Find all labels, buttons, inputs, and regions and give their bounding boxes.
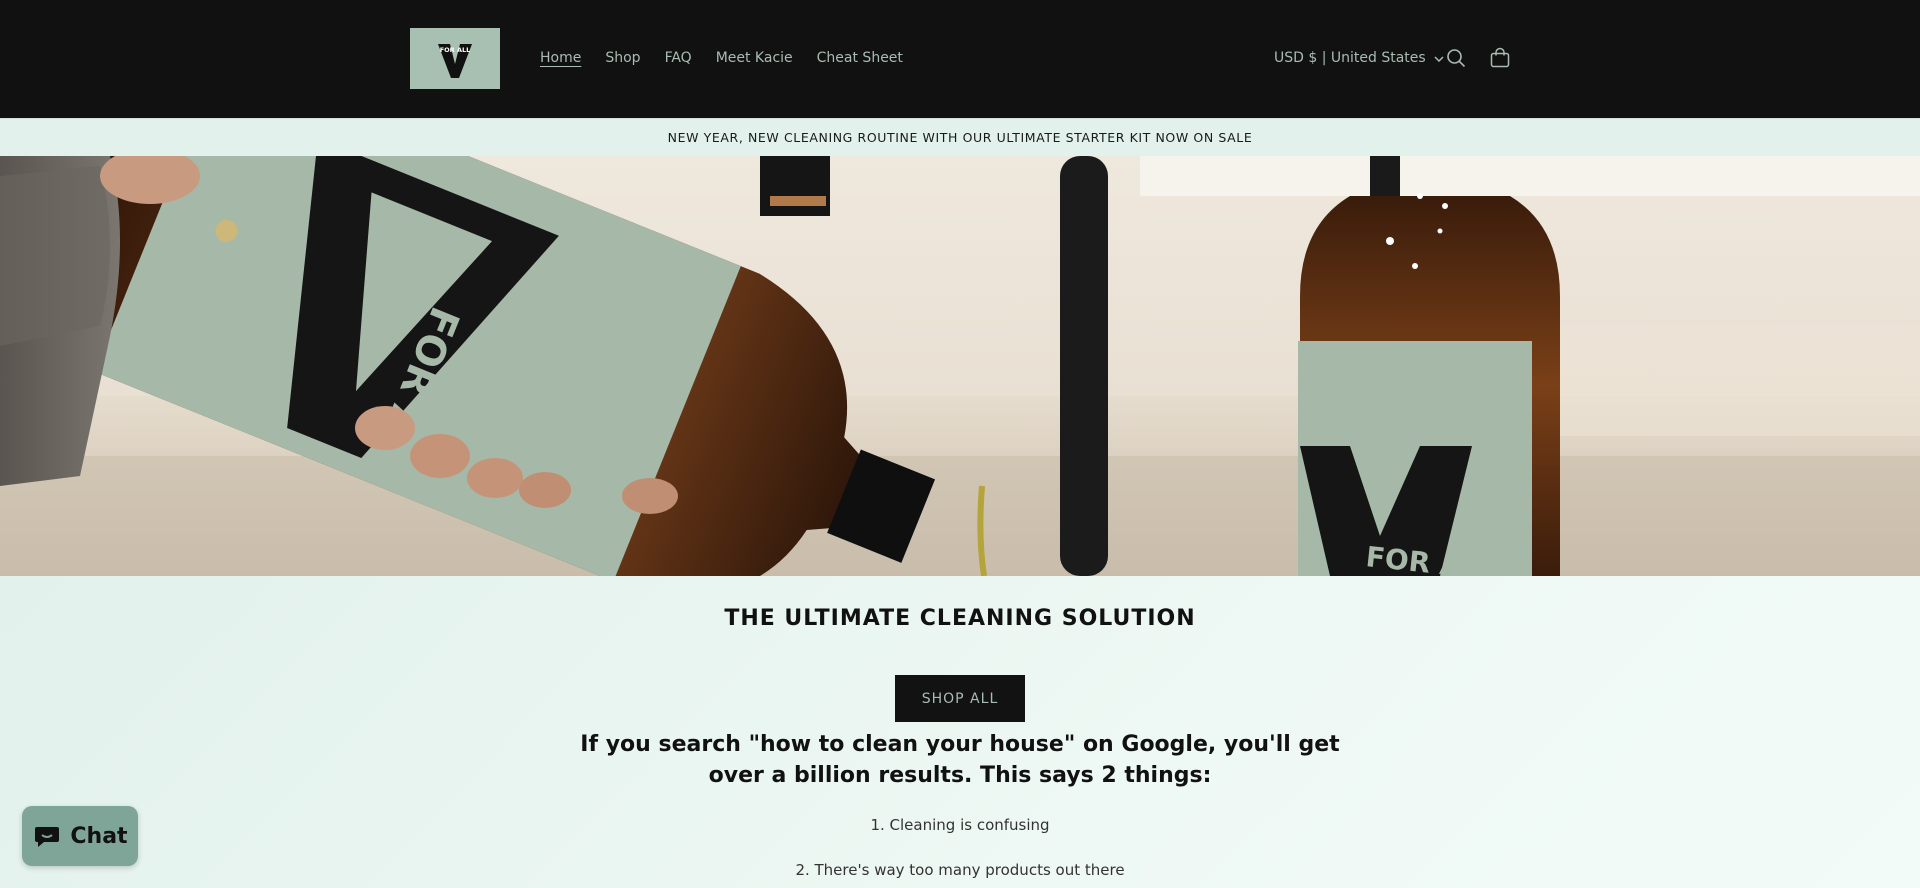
nav-shop[interactable]: Shop bbox=[605, 48, 640, 68]
nav-cheat-sheet[interactable]: Cheat Sheet bbox=[817, 48, 903, 68]
intro-subhead: If you search "how to clean your house" … bbox=[580, 732, 1340, 788]
currency-label: USD $ | United States bbox=[1274, 50, 1426, 66]
search-icon[interactable] bbox=[1443, 45, 1469, 71]
hero-image: FOR ALL FOR ALL bbox=[0, 156, 1920, 576]
chat-button[interactable]: Chat bbox=[22, 806, 138, 866]
nav-meet-kacie[interactable]: Meet Kacie bbox=[716, 48, 793, 68]
announcement-text: NEW YEAR, NEW CLEANING ROUTINE WITH OUR … bbox=[667, 130, 1253, 145]
nav-faq[interactable]: FAQ bbox=[665, 48, 692, 68]
chat-bubble-icon bbox=[35, 827, 60, 847]
chat-label: Chat bbox=[70, 823, 128, 849]
nav-home[interactable]: Home bbox=[540, 48, 581, 68]
intro-point-2: 2. There's way too many products out the… bbox=[795, 861, 1125, 879]
shop-all-button[interactable]: SHOP ALL bbox=[895, 675, 1025, 722]
brand-logo[interactable]: FOR ALL bbox=[410, 28, 500, 89]
cart-icon[interactable] bbox=[1487, 45, 1513, 71]
section-headline: THE ULTIMATE CLEANING SOLUTION bbox=[724, 606, 1196, 631]
main-nav: Home Shop FAQ Meet Kacie Cheat Sheet bbox=[540, 48, 927, 68]
currency-selector[interactable]: USD $ | United States bbox=[1274, 48, 1444, 68]
intro-section: THE ULTIMATE CLEANING SOLUTION SHOP ALL … bbox=[0, 576, 1920, 888]
hero-banner: FOR ALL FOR ALL bbox=[0, 156, 1920, 576]
site-header: FOR ALL Home Shop FAQ Meet Kacie Cheat S… bbox=[0, 0, 1920, 118]
announcement-bar[interactable]: NEW YEAR, NEW CLEANING ROUTINE WITH OUR … bbox=[0, 118, 1920, 156]
standing-bottle: FOR ALL bbox=[1298, 156, 1560, 576]
logo-text: FOR ALL bbox=[440, 46, 471, 54]
intro-point-1: 1. Cleaning is confusing bbox=[870, 816, 1050, 834]
